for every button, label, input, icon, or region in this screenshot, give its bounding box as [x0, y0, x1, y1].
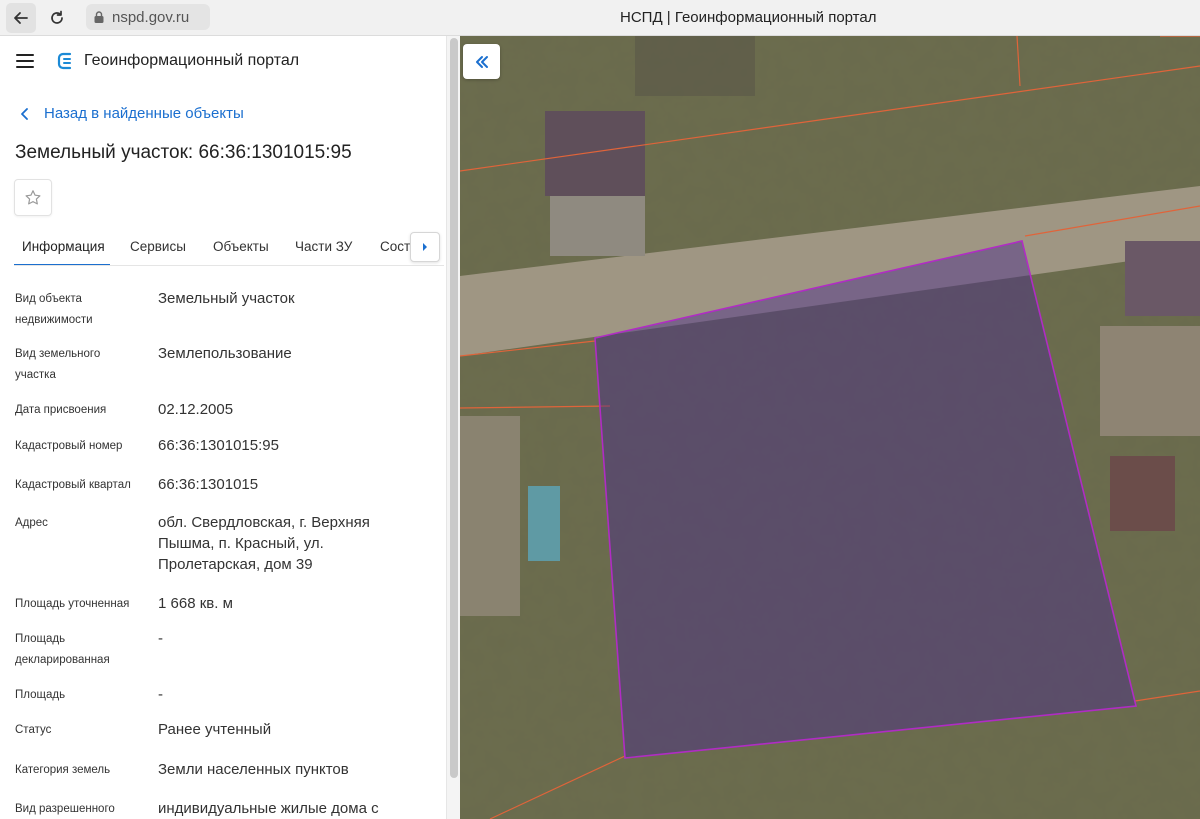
satellite-map[interactable]: [460, 36, 1200, 819]
property-label: Вид земельного участка: [15, 348, 101, 381]
property-label: Площадь уточненная: [15, 598, 130, 610]
chevron-left-icon: [21, 107, 28, 120]
lock-icon: [94, 11, 104, 23]
property-value: Земельный участок: [158, 290, 295, 307]
chevron-right-icon: [423, 243, 427, 251]
reload-icon: [51, 10, 63, 24]
app-header: Геоинформационный портал: [16, 52, 299, 70]
property-value: обл. Свердловская, г. Верхняя Пышма, п. …: [158, 514, 370, 573]
tab-bar: Информация Сервисы Объекты Части ЗУ Сост…: [14, 232, 444, 266]
property-label: Площадь декларированная: [15, 633, 110, 666]
map-view[interactable]: [460, 36, 1200, 819]
property-label: Вид разрешенного: [15, 803, 115, 815]
portal-logo-icon: [57, 52, 72, 70]
property-label: Категория земель: [15, 764, 111, 776]
property-value: индивидуальные жилые дома с: [158, 800, 379, 817]
property-label: Статус: [15, 724, 52, 736]
property-value: 1 668 кв. м: [158, 595, 233, 612]
favorite-button[interactable]: [14, 179, 52, 216]
scrollbar-thumb[interactable]: [450, 38, 458, 778]
collapse-sidebar-button[interactable]: [463, 44, 500, 79]
browser-back-button[interactable]: [6, 2, 36, 33]
building: [1125, 241, 1200, 316]
tab-services[interactable]: Сервисы: [130, 239, 186, 254]
url-text: nspd.gov.ru: [112, 8, 190, 26]
pool: [528, 486, 560, 561]
building: [545, 111, 645, 196]
tab-objects[interactable]: Объекты: [213, 239, 269, 254]
tabs-scroll-right-button[interactable]: [410, 232, 440, 262]
property-value: Землепользование: [158, 345, 292, 362]
back-link-label: Назад в найденные объекты: [44, 105, 244, 122]
garden: [635, 36, 755, 96]
property-label: Площадь: [15, 689, 66, 701]
property-value: -: [158, 686, 163, 703]
property-label: Дата присвоения: [15, 404, 107, 416]
property-value: Земли населенных пунктов: [158, 761, 349, 778]
property-value: Ранее учтенный: [158, 721, 272, 738]
sidebar-scrollbar[interactable]: [446, 36, 460, 819]
hamburger-icon[interactable]: [16, 54, 34, 68]
property-label: Адрес: [15, 517, 48, 529]
property-value: -: [158, 630, 163, 647]
tab-information[interactable]: Информация: [22, 239, 105, 254]
property-value: 66:36:1301015: [158, 476, 259, 493]
page-title: Земельный участок: 66:36:1301015:95: [15, 142, 352, 163]
building: [1100, 326, 1200, 436]
back-to-results-link[interactable]: Назад в найденные объекты: [20, 105, 244, 122]
property-label: Вид объекта недвижимости: [15, 293, 93, 326]
active-tab-indicator: [14, 264, 110, 265]
arrow-left-icon: [14, 11, 28, 24]
info-sidebar: Геоинформационный портал Назад в найденн…: [0, 36, 460, 819]
property-label: Кадастровый номер: [15, 440, 123, 452]
browser-reload-button[interactable]: [42, 3, 72, 33]
browser-toolbar: nspd.gov.ru НСПД | Геоинформационный пор…: [0, 0, 1200, 36]
property-value: 02.12.2005: [158, 401, 234, 418]
app-title: Геоинформационный портал: [84, 52, 300, 69]
address-bar[interactable]: nspd.gov.ru: [86, 4, 210, 30]
star-icon: [25, 189, 41, 204]
building: [550, 196, 645, 256]
double-chevron-left-icon: [475, 55, 488, 68]
property-value: 66:36:1301015:95: [158, 437, 279, 454]
property-label: Кадастровый квартал: [15, 479, 131, 491]
building: [1110, 456, 1175, 531]
tab-land-parts[interactable]: Части ЗУ: [295, 239, 352, 254]
building: [460, 416, 520, 616]
page-tab-title: НСПД | Геоинформационный портал: [620, 9, 877, 26]
